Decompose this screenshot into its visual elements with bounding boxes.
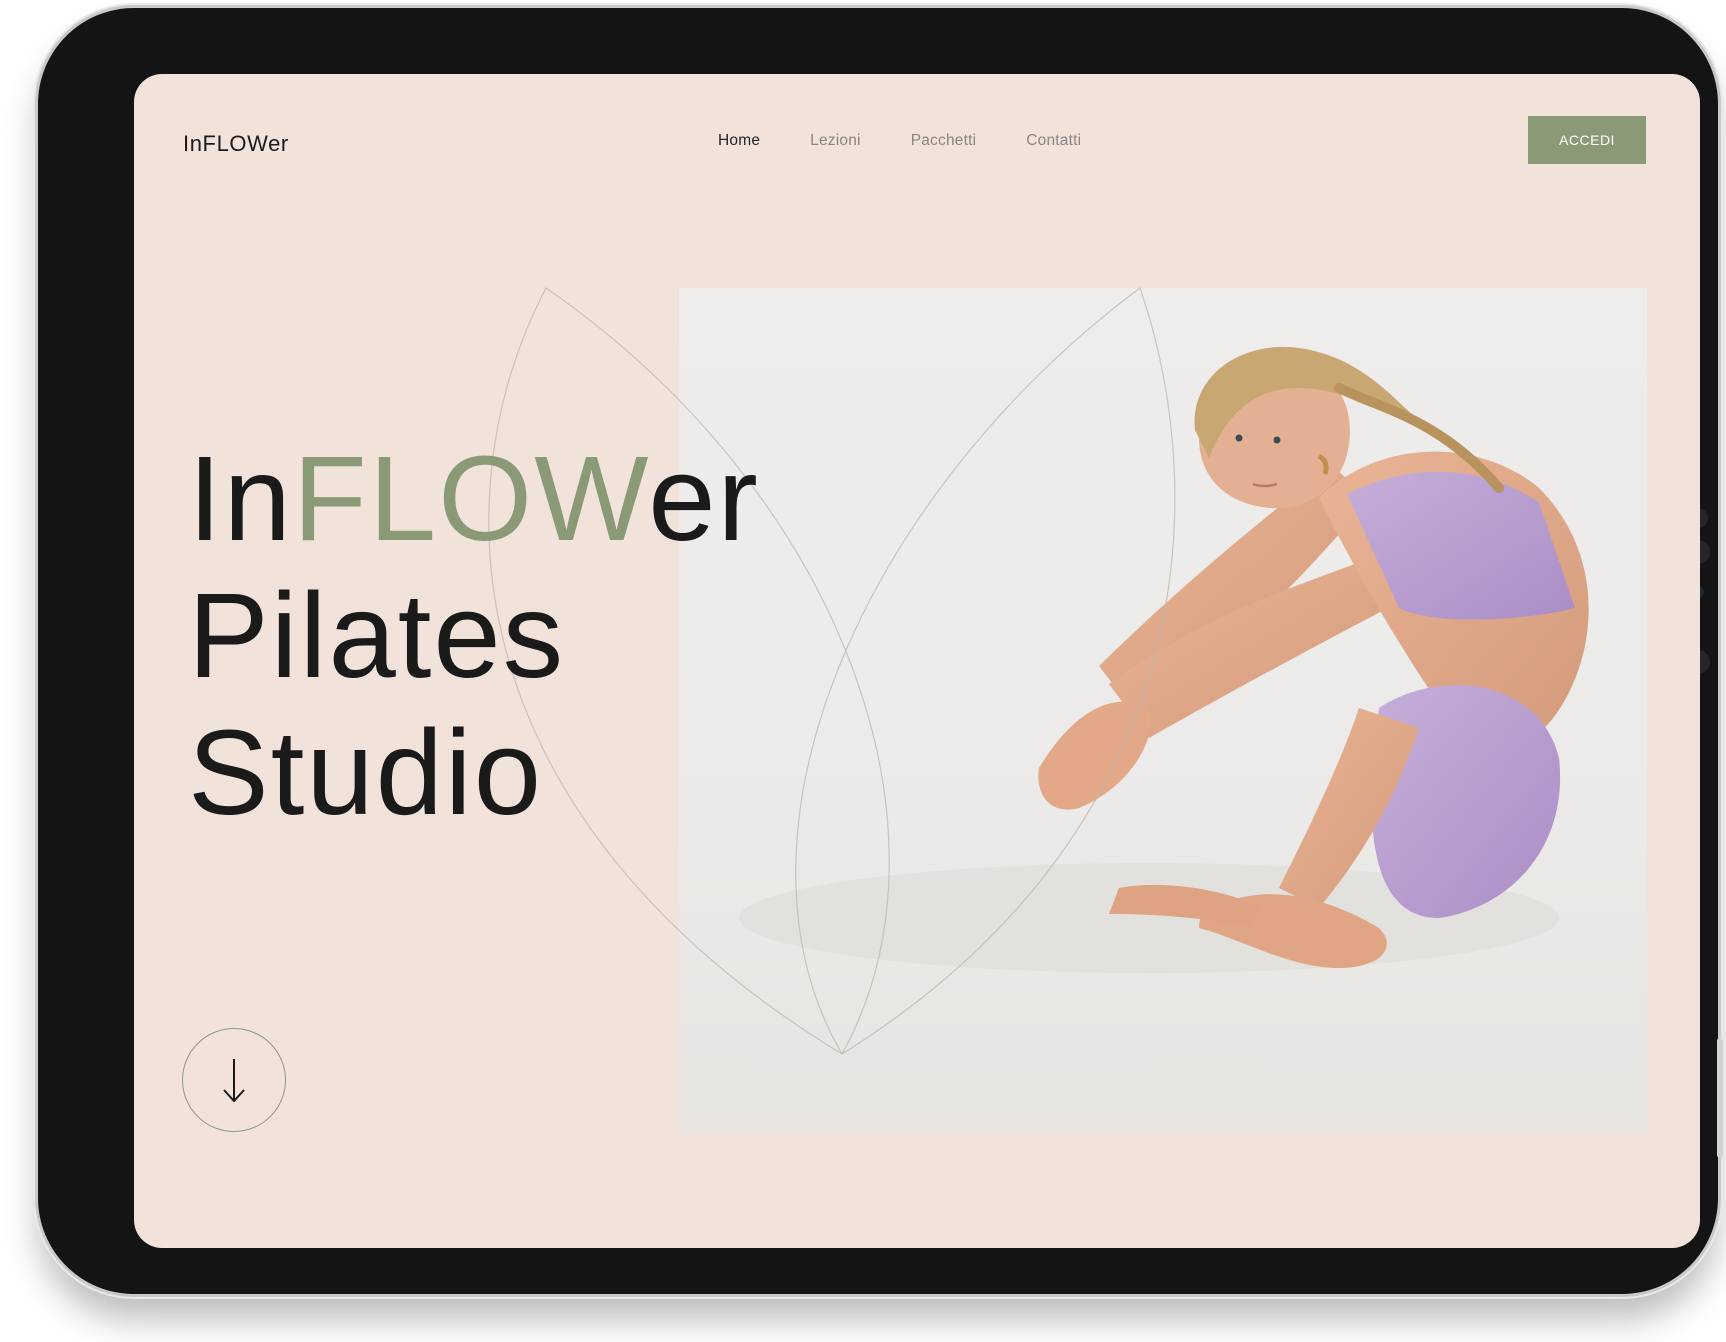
- website-screen: InFLOWer Home Lezioni Pacchetti Contatti…: [134, 74, 1700, 1248]
- hero-title-er: er: [648, 430, 760, 566]
- device-side-button: [1717, 1038, 1723, 1158]
- tablet-device-frame: InFLOWer Home Lezioni Pacchetti Contatti…: [38, 8, 1723, 1294]
- main-nav: Home Lezioni Pacchetti Contatti: [718, 132, 1081, 150]
- nav-item-contatti[interactable]: Contatti: [1026, 132, 1081, 150]
- hero-title-line3: Studio: [188, 704, 544, 840]
- nav-item-home[interactable]: Home: [718, 132, 760, 150]
- hero-title-in: In: [188, 430, 293, 566]
- arrow-down-icon: [223, 1059, 245, 1103]
- hero-title-line2: Pilates: [188, 567, 566, 703]
- nav-item-lezioni[interactable]: Lezioni: [810, 132, 861, 150]
- login-button[interactable]: ACCEDI: [1528, 116, 1646, 164]
- site-logo[interactable]: InFLOWer: [183, 131, 289, 157]
- hero-title-flow-accent: FLOW: [292, 430, 649, 566]
- pilates-instructor-illustration: [739, 346, 1589, 973]
- hero-photo: [679, 288, 1647, 1134]
- scroll-down-button[interactable]: [182, 1028, 286, 1132]
- nav-item-pacchetti[interactable]: Pacchetti: [911, 132, 977, 150]
- hero-title: InFLOWer Pilates Studio: [188, 430, 760, 841]
